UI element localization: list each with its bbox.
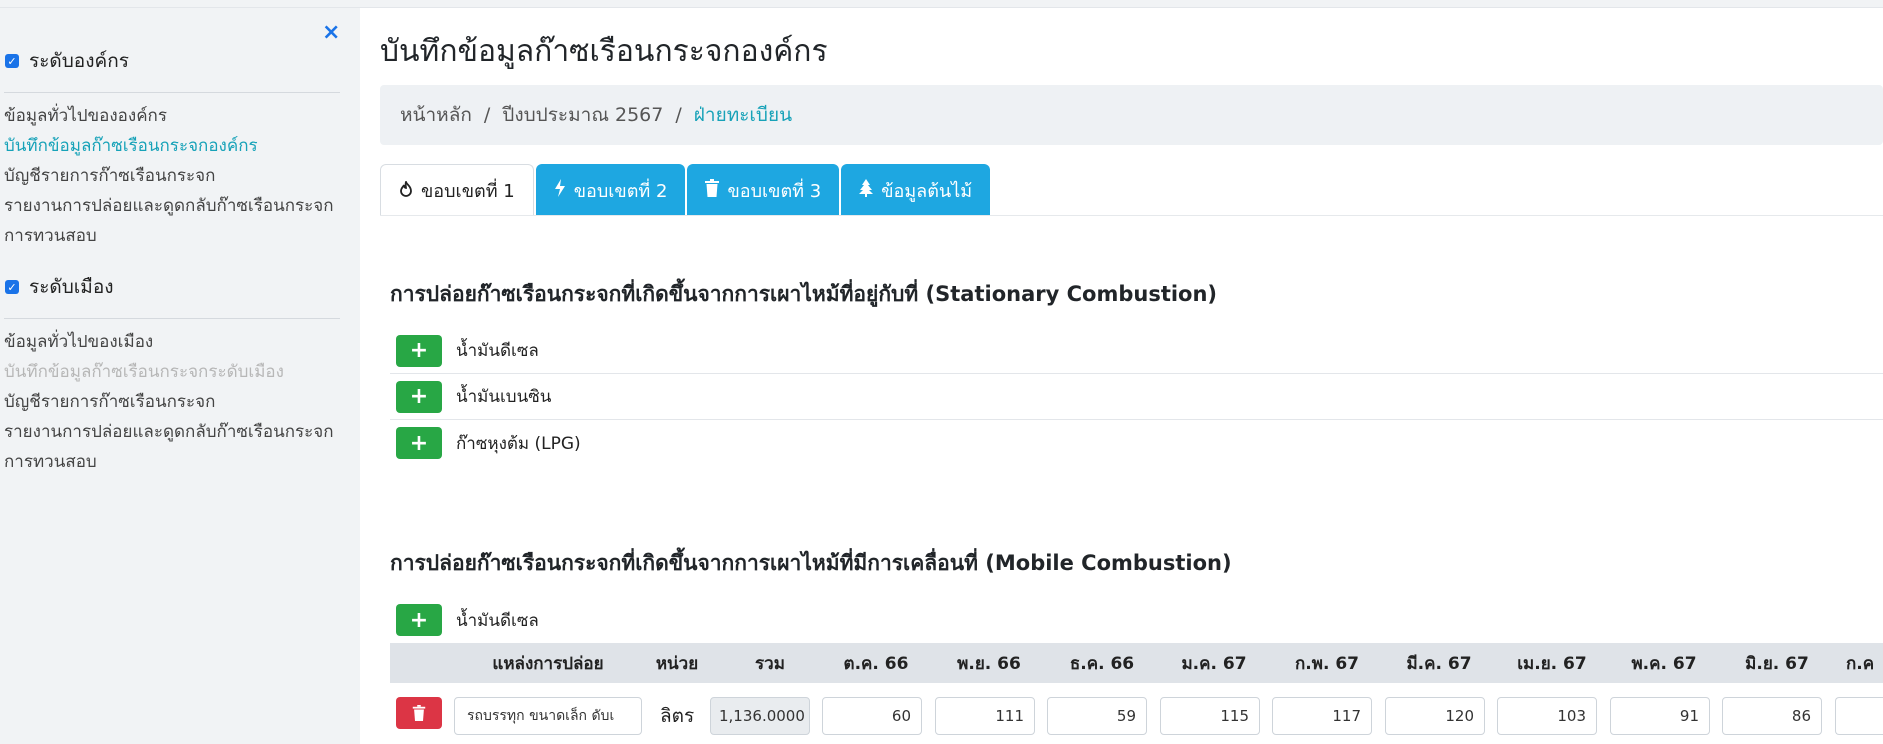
add-button[interactable]: +: [396, 380, 442, 413]
sidebar-item-city-record: บันทึกข้อมูลก๊าซเรือนกระจกระดับเมือง: [4, 362, 284, 382]
sidebar-item-org-general[interactable]: ข้อมูลทั่วไปขององค์กร: [4, 102, 167, 129]
sidebar-item-city-general[interactable]: ข้อมูลทั่วไปของเมือง: [4, 328, 153, 355]
column-header-source: แหล่งการปล่อย: [492, 653, 604, 674]
sidebar-item-org-inventory[interactable]: บัญชีรายการก๊าซเรือนกระจก: [4, 162, 215, 189]
tab-scope-1[interactable]: ขอบเขตที่ 1: [380, 164, 534, 216]
month-input[interactable]: 59: [1047, 697, 1147, 735]
column-header-month: เม.ย. 67: [1517, 653, 1587, 674]
trash-icon: [412, 705, 426, 721]
month-input[interactable]: 91: [1610, 697, 1710, 735]
table-header: แหล่งการปล่อย หน่วย รวม ต.ค. 66 พ.ย. 66 …: [390, 643, 1883, 683]
tab-scope-2[interactable]: ขอบเขตที่ 2: [535, 164, 686, 216]
month-input[interactable]: 111: [935, 697, 1035, 735]
city-level-toggle[interactable]: ✓ ระดับเมือง: [5, 272, 114, 302]
fuel-label: น้ำมันดีเซล: [456, 341, 539, 361]
column-header-month: พ.ย. 66: [957, 653, 1021, 674]
divider: [4, 318, 340, 319]
breadcrumb-home[interactable]: หน้าหลัก: [400, 100, 472, 130]
sidebar-item-city-verify[interactable]: การทวนสอบ: [4, 448, 97, 475]
sidebar-item-org-record[interactable]: บันทึกข้อมูลก๊าซเรือนกระจกองค์กร: [4, 132, 258, 159]
month-input[interactable]: 60: [822, 697, 922, 735]
table-row: รถบรรทุก ขนาดเล็ก ดับเ ลิตร 1,136.0000 6…: [390, 684, 1883, 744]
breadcrumb-separator: /: [675, 104, 682, 126]
column-header-month: ต.ค. 66: [843, 653, 909, 674]
sidebar-item-city-inventory[interactable]: บัญชีรายการก๊าซเรือนกระจก: [4, 388, 215, 415]
month-input[interactable]: 117: [1272, 697, 1372, 735]
column-header-unit: หน่วย: [655, 653, 699, 674]
add-button[interactable]: +: [396, 604, 442, 636]
sidebar-item-org-verify[interactable]: การทวนสอบ: [4, 222, 97, 249]
top-bar: [0, 0, 1883, 8]
column-header-month: ก.พ. 67: [1295, 653, 1359, 674]
stationary-section-title: การปล่อยก๊าซเรือนกระจกที่เกิดขึ้นจากการเ…: [390, 282, 1218, 306]
bolt-icon: [554, 179, 566, 201]
checkbox-checked-icon[interactable]: ✓: [5, 280, 19, 294]
add-button[interactable]: +: [396, 427, 442, 459]
month-input[interactable]: [1835, 697, 1883, 735]
breadcrumb-separator: /: [483, 104, 491, 126]
mobile-row-diesel: + น้ำมันดีเซล: [390, 597, 1883, 643]
sidebar: × ✓ ระดับองค์กร ข้อมูลทั่วไปขององค์กร บั…: [0, 8, 360, 744]
divider: [4, 92, 340, 93]
tab-tree-data[interactable]: ข้อมูลต้นไม้: [841, 164, 991, 216]
trash-icon: [705, 179, 720, 201]
tabs-divider: [380, 215, 1883, 216]
fire-icon: [399, 179, 413, 201]
breadcrumb: หน้าหลัก / ปีงบประมาณ 2567 / ฝ่ายทะเบียน: [380, 85, 1883, 145]
column-header-month: มิ.ย. 67: [1745, 653, 1809, 674]
breadcrumb-current: ฝ่ายทะเบียน: [693, 104, 793, 126]
tab-label: ขอบเขตที่ 1: [421, 181, 515, 202]
fuel-label: น้ำมันเบนซิน: [456, 387, 552, 407]
city-level-label: ระดับเมือง: [29, 276, 114, 298]
month-input[interactable]: 120: [1385, 697, 1485, 735]
sidebar-item-city-report[interactable]: รายงานการปล่อยและดูดกลับก๊าซเรือนกระจก: [4, 418, 334, 445]
column-header-month: มี.ค. 67: [1406, 653, 1472, 674]
org-level-label: ระดับองค์กร: [29, 50, 129, 72]
sidebar-item-org-report[interactable]: รายงานการปล่อยและดูดกลับก๊าซเรือนกระจก: [4, 192, 334, 219]
org-level-toggle[interactable]: ✓ ระดับองค์กร: [5, 46, 129, 76]
tab-scope-3[interactable]: ขอบเขตที่ 3: [687, 164, 840, 216]
checkbox-checked-icon[interactable]: ✓: [5, 54, 19, 68]
stationary-row-benzine: + น้ำมันเบนซิน: [390, 374, 1883, 420]
column-header-total: รวม: [755, 653, 785, 674]
month-input[interactable]: 86: [1722, 697, 1822, 735]
column-header-month: พ.ค. 67: [1631, 653, 1697, 674]
mobile-section-title: การปล่อยก๊าซเรือนกระจกที่เกิดขึ้นจากการเ…: [390, 551, 1232, 575]
tab-label: ขอบเขตที่ 2: [573, 180, 668, 202]
breadcrumb-fiscal-year[interactable]: ปีงบประมาณ 2567: [502, 100, 663, 130]
close-icon[interactable]: ×: [322, 22, 340, 44]
tab-label: ขอบเขตที่ 3: [727, 180, 822, 202]
page-title: บันทึกข้อมูลก๊าซเรือนกระจกองค์กร: [380, 34, 828, 69]
fuel-label: ก๊าซหุงต้ม (LPG): [456, 433, 581, 454]
add-button[interactable]: +: [396, 334, 442, 367]
column-header-month: ก.ค: [1846, 653, 1875, 674]
source-input[interactable]: รถบรรทุก ขนาดเล็ก ดับเ: [454, 697, 642, 735]
tab-label: ข้อมูลต้นไม้: [881, 180, 973, 202]
stationary-row-diesel: + น้ำมันดีเซล: [390, 328, 1883, 374]
delete-button[interactable]: [396, 697, 442, 729]
month-input[interactable]: 115: [1160, 697, 1260, 735]
column-header-month: ธ.ค. 66: [1069, 653, 1135, 674]
scope-tabs: ขอบเขตที่ 1 ขอบเขตที่ 2 ขอบเขตที่ 3 ข้อม…: [380, 164, 992, 216]
total-field: 1,136.0000: [710, 697, 810, 735]
stationary-row-lpg: + ก๊าซหุงต้ม (LPG): [390, 420, 1883, 466]
fuel-label: น้ำมันดีเซล: [456, 610, 539, 631]
tree-icon: [859, 179, 874, 201]
column-header-month: ม.ค. 67: [1181, 653, 1247, 674]
unit-value: ลิตร: [660, 705, 695, 727]
month-input[interactable]: 103: [1497, 697, 1597, 735]
